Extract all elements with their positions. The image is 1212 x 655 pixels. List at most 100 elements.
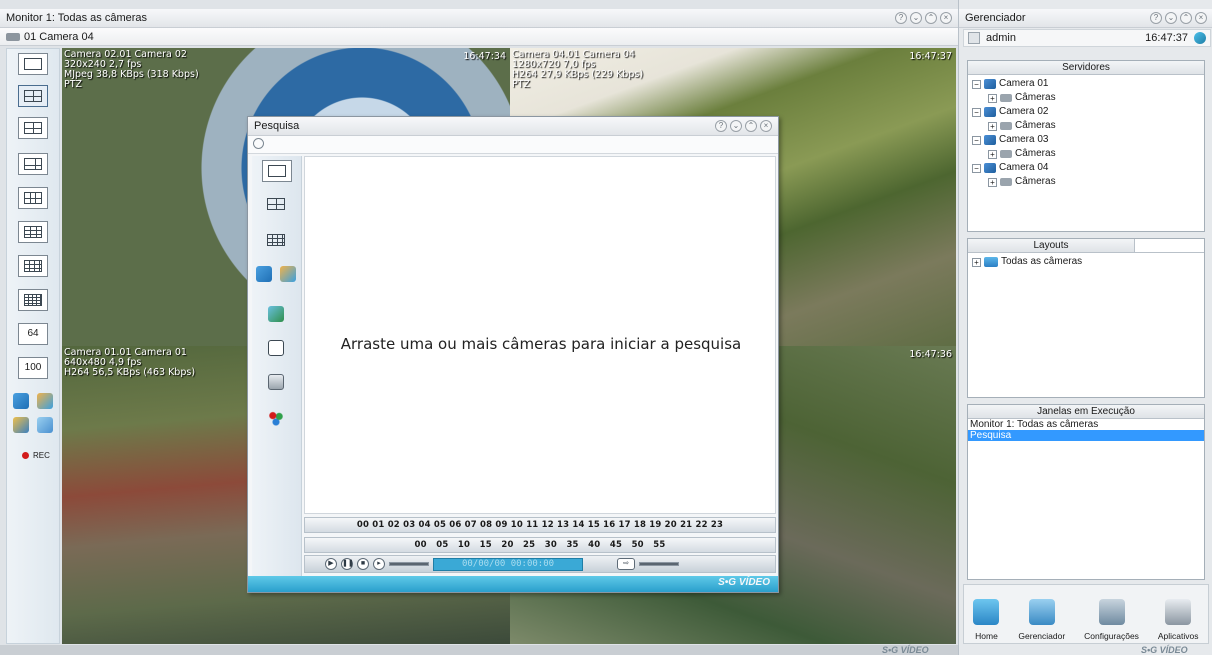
layout-5x5-button[interactable] (18, 289, 48, 311)
user-bar: admin 16:47:37 (963, 29, 1211, 47)
nav-settings[interactable]: Configurações (1084, 599, 1139, 641)
cameras-node[interactable]: + Câmeras (972, 147, 1204, 161)
layout-item[interactable]: + Todas as câmeras (972, 255, 1204, 269)
pause-icon[interactable]: ❚❚ (341, 558, 354, 570)
layout-4x4-button[interactable] (18, 255, 48, 277)
server-item[interactable]: − Camera 01 (972, 77, 1204, 91)
search-drop-area[interactable]: Arraste uma ou mais câmeras para iniciar… (304, 156, 776, 514)
search-empty-message: Arraste uma ou mais câmeras para iniciar… (340, 335, 742, 353)
search-toolbar (252, 156, 302, 576)
hour-timeline[interactable]: 00 01 02 03 04 05 06 07 08 09 10 11 12 1… (304, 517, 776, 533)
nav-manager[interactable]: Gerenciador (1018, 599, 1065, 641)
user-name: admin (986, 32, 1016, 44)
palette-icon[interactable] (280, 266, 296, 282)
camera-icon (1000, 122, 1012, 130)
running-windows-panel: Janelas em Execução Monitor 1: Todas as … (967, 404, 1205, 580)
volume-slider[interactable] (639, 562, 679, 566)
rec-button[interactable]: REC (22, 451, 50, 460)
export-icon[interactable] (268, 306, 284, 322)
stop-icon[interactable]: ■ (357, 558, 369, 570)
expand-icon[interactable]: + (988, 149, 997, 159)
play-icon[interactable]: ▶ (325, 558, 337, 570)
close-icon[interactable]: × (760, 120, 772, 132)
camera-icon (1000, 150, 1012, 158)
expand-icon[interactable]: + (988, 177, 997, 187)
monitor-icon[interactable] (13, 393, 29, 409)
layouts-filter-input[interactable] (1134, 239, 1204, 252)
monitor-titlebar: Monitor 1: Todas as câmeras ? ⌄ ⌃ × (0, 9, 958, 28)
printer-icon[interactable] (268, 374, 284, 390)
help-icon[interactable]: ? (715, 120, 727, 132)
collapse-icon[interactable]: − (972, 107, 981, 117)
search-layout-2x2-button[interactable] (262, 194, 292, 216)
nav-applications[interactable]: Aplicativos (1158, 599, 1199, 641)
layout-3x4-button[interactable] (18, 221, 48, 243)
color-filter-icon[interactable] (268, 410, 284, 426)
camera-icon (1000, 178, 1012, 186)
search-window: Pesquisa ? ⌄ ⌃ × Arraste uma ou mais câm… (247, 116, 779, 593)
layout-2x2-button[interactable] (18, 85, 48, 107)
expand-icon[interactable]: + (972, 257, 981, 267)
help-icon[interactable]: ? (1150, 12, 1162, 24)
camera-time: 16:47:34 (463, 51, 506, 62)
fullscreen-icon[interactable] (37, 417, 53, 433)
close-icon[interactable]: × (1195, 12, 1207, 24)
search-status-bar: S•G VÍDEO (248, 576, 778, 592)
search-layout-1x1-button[interactable] (262, 160, 292, 182)
rec-dot-icon (22, 452, 29, 459)
running-window-item-selected[interactable]: Pesquisa (968, 430, 1204, 441)
nav-home[interactable]: Home (973, 599, 1000, 641)
search-icon[interactable] (253, 138, 264, 149)
search-layout-4x4-button[interactable] (262, 230, 292, 252)
close-icon[interactable]: × (940, 12, 952, 24)
collapse-icon[interactable]: − (972, 163, 981, 173)
server-icon (984, 135, 996, 145)
cameras-node[interactable]: + Câmeras (972, 91, 1204, 105)
expand-icon[interactable]: + (988, 121, 997, 131)
monitor-status-strip (0, 645, 958, 655)
layout-1plus3-button[interactable] (18, 117, 48, 139)
server-item[interactable]: − Camera 04 (972, 161, 1204, 175)
maximize-icon[interactable]: ⌃ (745, 120, 757, 132)
collapse-icon[interactable]: − (972, 135, 981, 145)
layout-3x3-button[interactable] (18, 187, 48, 209)
help-icon[interactable]: ? (895, 12, 907, 24)
user-icon[interactable] (13, 417, 29, 433)
camera-selector-label: 01 Camera 04 (24, 30, 94, 43)
brand-logo: S•G VÍDEO (718, 577, 770, 588)
step-icon[interactable]: ▸ (373, 558, 385, 570)
minimize-icon[interactable]: ⌄ (730, 120, 742, 132)
minute-timeline[interactable]: 00 05 10 15 20 25 30 35 40 45 50 55 (304, 537, 776, 553)
server-item[interactable]: − Camera 02 (972, 105, 1204, 119)
walk-icon[interactable]: ⇨ (617, 558, 635, 570)
monitor-title: Monitor 1: Todas as câmeras (6, 12, 148, 24)
running-window-item[interactable]: Monitor 1: Todas as câmeras (968, 419, 1204, 430)
palette-icon[interactable] (37, 393, 53, 409)
layout-64-button[interactable]: 64 (18, 323, 48, 345)
monitor-icon[interactable] (256, 266, 272, 282)
layout-100-button[interactable]: 100 (18, 357, 48, 379)
home-icon (973, 599, 1000, 625)
cameras-node[interactable]: + Câmeras (972, 119, 1204, 133)
minimize-icon[interactable]: ⌄ (910, 12, 922, 24)
minimize-icon[interactable]: ⌄ (1165, 12, 1177, 24)
cameras-node[interactable]: + Câmeras (972, 175, 1204, 189)
collapse-icon[interactable]: − (972, 79, 981, 89)
eraser-icon[interactable] (268, 340, 284, 356)
speed-slider[interactable] (389, 562, 429, 566)
servers-panel: Servidores − Camera 01 + Câmeras − Camera 0… (967, 60, 1205, 232)
refresh-icon[interactable] (1194, 32, 1206, 44)
date-time-field[interactable]: 00/00/00 00:00:00 (433, 557, 583, 571)
layout-1plus5-button[interactable] (18, 153, 48, 175)
expand-icon[interactable]: + (988, 93, 997, 103)
maximize-icon[interactable]: ⌃ (925, 12, 937, 24)
camera-icon (1000, 94, 1012, 102)
manager-titlebar: Gerenciador ? ⌄ ⌃ × (959, 9, 1212, 28)
maximize-icon[interactable]: ⌃ (1180, 12, 1192, 24)
server-item[interactable]: − Camera 03 (972, 133, 1204, 147)
layout-1x1-button[interactable] (18, 53, 48, 75)
camera-info: Camera 01.01 Camera 01 640x480 4,9 fps H… (64, 347, 196, 378)
camera-time: 16:47:37 (909, 51, 952, 62)
camera-selector[interactable]: 01 Camera 04 (0, 28, 958, 46)
search-bar[interactable] (248, 136, 778, 154)
